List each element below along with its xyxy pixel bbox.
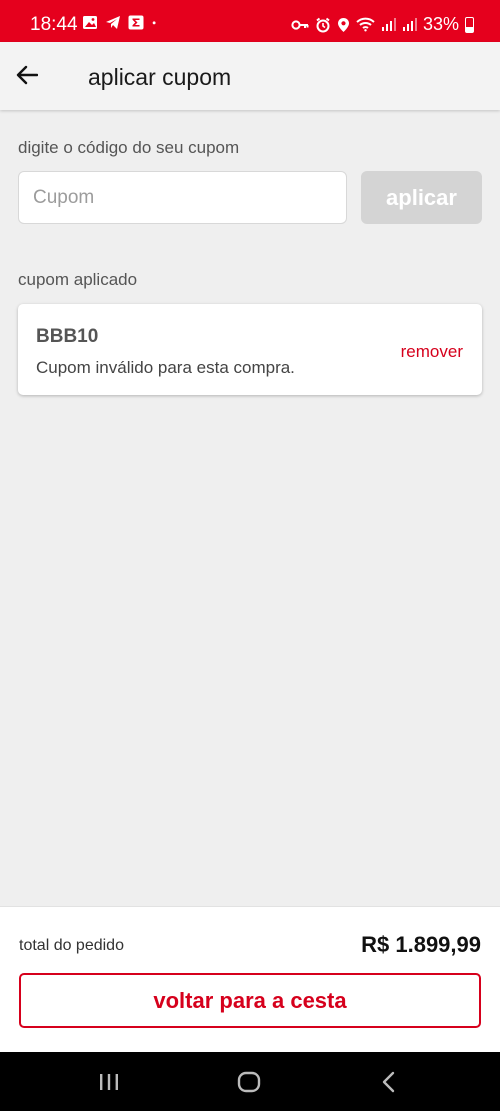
arrow-left-icon (16, 65, 38, 85)
dot-icon (152, 21, 156, 25)
back-icon (382, 1071, 395, 1093)
remove-coupon-link[interactable]: remover (401, 342, 463, 362)
wifi-icon (356, 17, 375, 32)
page-title: aplicar cupom (88, 64, 232, 90)
total-value: R$ 1.899,99 (361, 932, 481, 957)
coupon-error-message: Cupom inválido para esta compra. (36, 358, 295, 377)
apply-coupon-button[interactable]: aplicar (361, 171, 482, 224)
order-summary-panel: total do pedido R$ 1.899,99 voltar para … (0, 906, 500, 1053)
applied-coupon-label: cupom aplicado (18, 270, 138, 289)
system-nav-bar (0, 1052, 500, 1111)
coupon-code: BBB10 (36, 326, 99, 347)
alarm-icon (316, 17, 330, 32)
status-bar: 18:44 33% (0, 0, 500, 42)
signal-icon (381, 18, 396, 31)
home-icon (237, 1071, 261, 1093)
recent-apps-button[interactable] (89, 1064, 129, 1100)
battery-icon (465, 16, 474, 33)
total-label: total do pedido (19, 937, 124, 954)
sigma-app-icon (128, 15, 144, 30)
back-to-basket-button[interactable]: voltar para a cesta (19, 973, 481, 1028)
battery-percent: 33% (422, 14, 459, 34)
status-notification-icons (82, 15, 161, 30)
applied-coupon-card: BBB10 Cupom inválido para esta compra. r… (18, 304, 482, 395)
coupon-input-label: digite o código do seu cupom (18, 138, 240, 157)
home-button[interactable] (229, 1064, 269, 1100)
status-system-icons: 33% (291, 14, 474, 35)
location-icon (337, 17, 349, 32)
telegram-icon (106, 16, 120, 29)
image-icon (83, 16, 97, 29)
signal-icon-2 (402, 18, 417, 31)
app-bar: aplicar cupom (0, 42, 500, 110)
recent-apps-icon (100, 1074, 118, 1090)
system-back-button[interactable] (369, 1064, 409, 1100)
coupon-input[interactable] (18, 171, 347, 224)
back-button[interactable] (10, 58, 44, 92)
vpn-key-icon (291, 19, 309, 30)
status-time: 18:44 (30, 14, 78, 35)
